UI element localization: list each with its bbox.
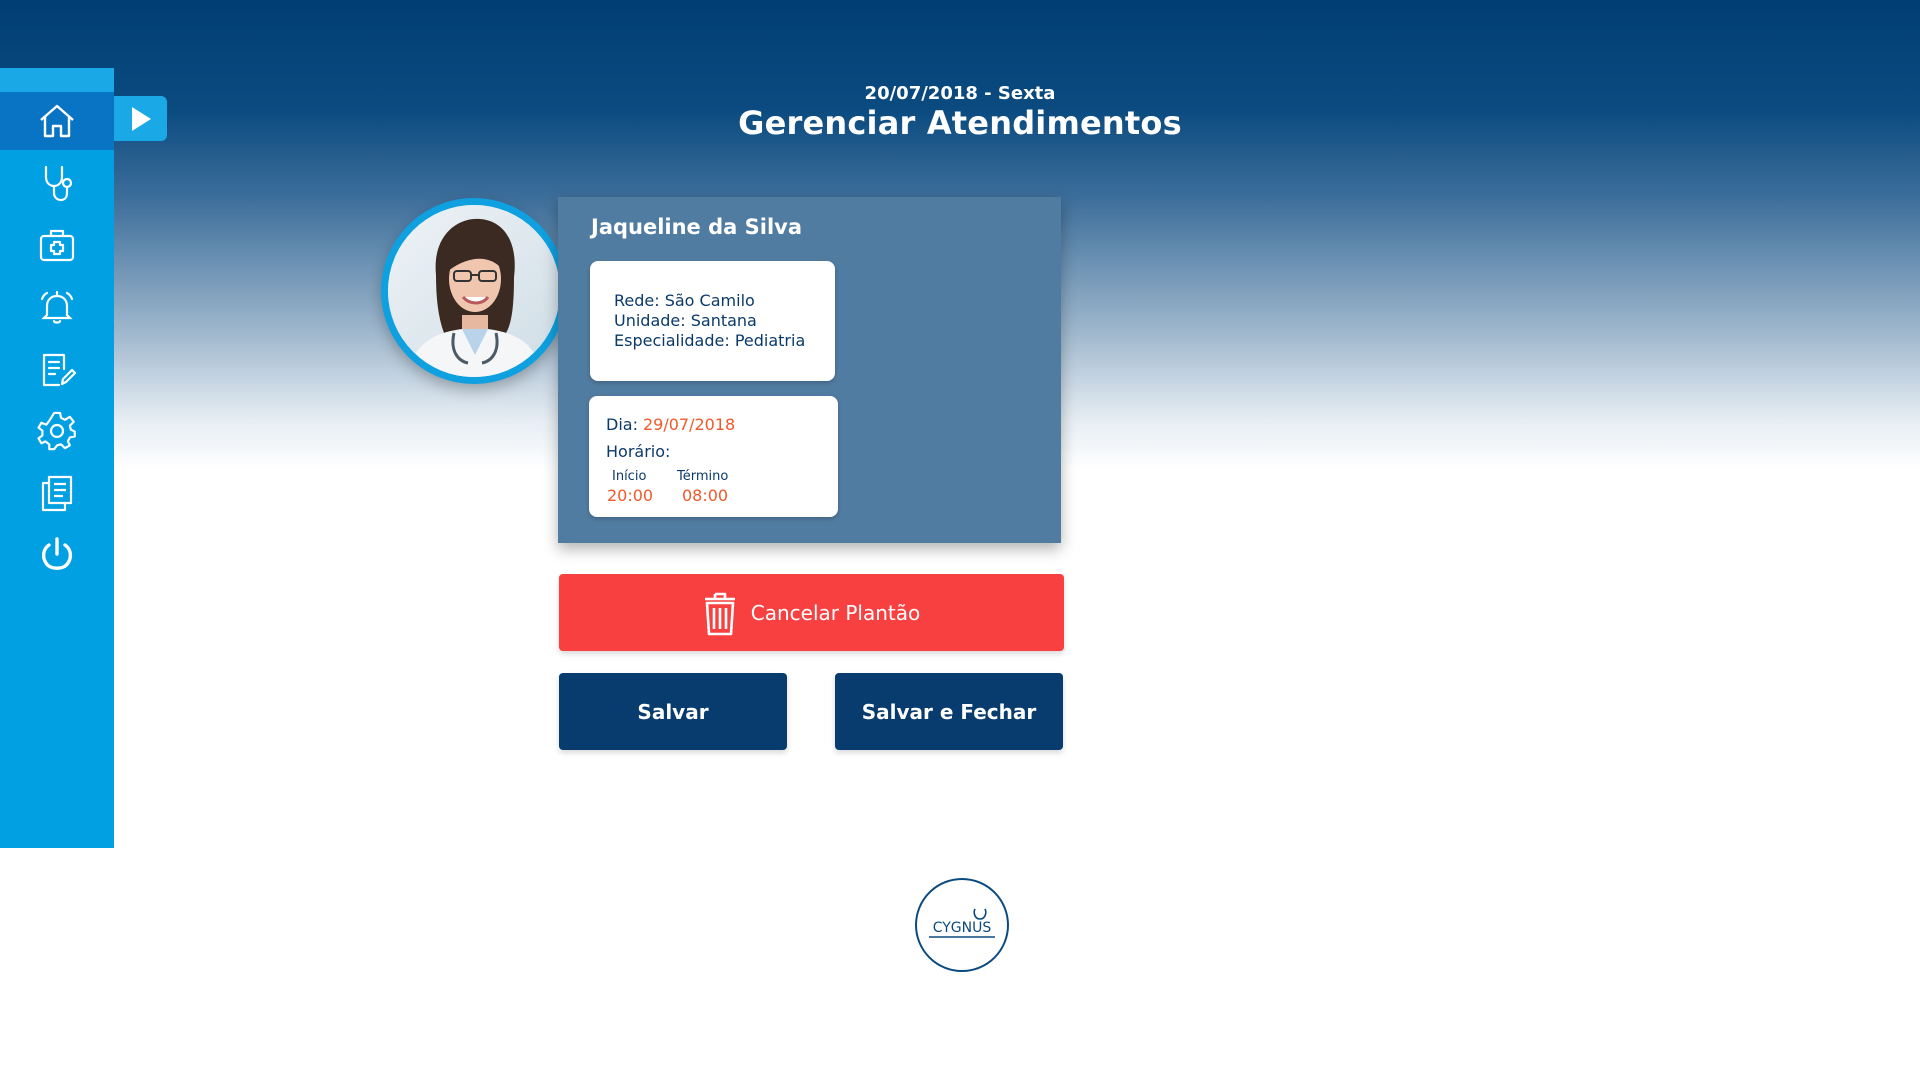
- appointment-card: Jaqueline da Silva Rede: São Camilo Unid…: [558, 197, 1061, 543]
- save-close-button[interactable]: Salvar e Fechar: [835, 673, 1063, 750]
- sidebar-top-strip: [0, 68, 114, 92]
- trash-icon: [704, 592, 735, 635]
- save-button[interactable]: Salvar: [559, 673, 787, 750]
- sidebar-item-logout[interactable]: [0, 526, 114, 584]
- page-title: Gerenciar Atendimentos: [738, 104, 1182, 142]
- especialidade-text: Especialidade: Pediatria: [614, 331, 806, 350]
- avatar: [381, 198, 567, 384]
- dia-value[interactable]: 29/07/2018: [643, 415, 735, 434]
- cygnus-logo: CYGNUS: [915, 878, 1009, 972]
- power-icon: [41, 537, 73, 570]
- sidebar-item-notes[interactable]: [0, 340, 114, 398]
- logo-text: CYGNUS: [933, 920, 992, 936]
- documents-icon: [41, 475, 73, 512]
- termino-label: Término: [677, 469, 729, 484]
- sidebar-item-documents[interactable]: [0, 464, 114, 522]
- schedule-box[interactable]: Dia: 29/07/2018 Horário: Início 20:00 Té…: [589, 396, 838, 517]
- inicio-label: Início: [612, 469, 647, 484]
- edit-document-icon: [42, 353, 77, 387]
- cancel-shift-label: Cancelar Plantão: [750, 600, 921, 625]
- medical-kit-icon: [39, 229, 75, 262]
- doctor-photo: [388, 205, 560, 377]
- sidebar-item-medical-kit[interactable]: [0, 216, 114, 274]
- sidebar-item-alarm[interactable]: [0, 278, 114, 336]
- dia-label: Dia:: [606, 415, 638, 434]
- home-icon: [40, 104, 74, 138]
- unidade-text: Unidade: Santana: [614, 311, 757, 330]
- cancel-shift-button[interactable]: Cancelar Plantão: [559, 574, 1064, 651]
- sidebar-item-stethoscope[interactable]: [0, 154, 114, 212]
- termino-value[interactable]: 08:00: [682, 486, 728, 505]
- stethoscope-icon: [44, 165, 73, 202]
- doctor-info-box: Rede: São Camilo Unidade: Santana Especi…: [590, 261, 835, 381]
- rede-text: Rede: São Camilo: [614, 291, 755, 310]
- inicio-value[interactable]: 20:00: [607, 486, 653, 505]
- alarm-bell-icon: [40, 290, 74, 324]
- doctor-name: Jaqueline da Silva: [591, 215, 803, 239]
- play-arrow-icon: [131, 106, 151, 131]
- gear-icon: [37, 411, 76, 451]
- cygnus-logo-mark: CYGNUS: [929, 908, 995, 938]
- sidebar-item-settings[interactable]: [0, 402, 114, 460]
- sidebar-item-home[interactable]: [0, 92, 114, 150]
- sidebar-expand-button[interactable]: [114, 96, 167, 141]
- current-date: 20/07/2018 - Sexta: [864, 83, 1056, 104]
- sidebar: [0, 68, 114, 848]
- horario-label: Horário:: [606, 442, 671, 461]
